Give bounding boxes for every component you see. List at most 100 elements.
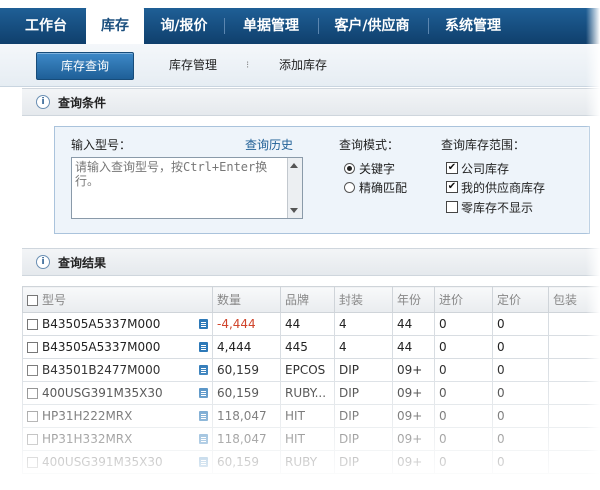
- cell-package: DIP: [334, 358, 393, 382]
- cell-brand: HIT: [280, 427, 335, 451]
- tab-system[interactable]: 系统管理: [434, 8, 512, 44]
- cell-qty: 118,047: [212, 404, 281, 428]
- radio-exact-match-label: 精确匹配: [359, 181, 408, 195]
- document-icon[interactable]: [199, 342, 208, 352]
- table-row[interactable]: HP31H222MRX 118,047 HIT DIP 09+ 0 0: [22, 404, 600, 428]
- subnav-separator: ⁝: [246, 60, 250, 71]
- table-row[interactable]: 400USG391M35X30 60,159 RUBY DIP 09+ 0 0: [22, 450, 600, 474]
- textarea-scrollbar[interactable]: [287, 158, 302, 218]
- cell-model[interactable]: 400USG391M35X30: [22, 381, 213, 405]
- cell-brand: RUBY...: [280, 381, 335, 405]
- checkbox-supplier-stock[interactable]: ✔: [446, 181, 458, 193]
- mode-label: 查询模式：: [339, 138, 400, 152]
- top-navigation: 工作台 库存 询/报价 单据管理 客户/供应商 系统管理: [0, 6, 600, 46]
- row-checkbox[interactable]: [27, 365, 38, 376]
- subnav-inventory-manage[interactable]: 库存管理: [158, 52, 228, 78]
- radio-exact-match[interactable]: [344, 182, 355, 193]
- cell-cost: 0: [434, 358, 493, 382]
- column-header-price[interactable]: 定价: [492, 286, 549, 313]
- cell-model[interactable]: HP31H332MRX: [22, 427, 213, 451]
- table-row[interactable]: B43501B2477M000 60,159 EPCOS DIP 09+ 0 0: [22, 358, 600, 382]
- info-icon: i: [36, 95, 50, 109]
- cell-qty: 118,047: [212, 427, 281, 451]
- subnav-inventory-query[interactable]: 库存查询: [36, 52, 134, 80]
- column-header-qty[interactable]: 数量: [212, 286, 281, 313]
- document-icon[interactable]: [199, 411, 208, 421]
- table-row[interactable]: HP31H332MRX 118,047 HIT DIP 09+ 0 0: [22, 427, 600, 451]
- model-input-label: 输入型号：: [71, 138, 132, 152]
- row-checkbox[interactable]: [27, 342, 38, 353]
- cell-packing: [548, 381, 600, 405]
- cell-model[interactable]: B43501B2477M000: [22, 358, 213, 382]
- row-checkbox[interactable]: [27, 434, 38, 445]
- cell-model[interactable]: B43505A5337M000: [22, 335, 213, 359]
- cell-model[interactable]: HP31H222MRX: [22, 404, 213, 428]
- checkbox-supplier-stock-label: 我的供应商库存: [461, 181, 546, 195]
- cell-year: 09+: [392, 404, 435, 428]
- checkbox-hide-zero-stock-label: 零库存不显示: [461, 201, 534, 215]
- cell-cost: 0: [434, 450, 493, 474]
- cell-price: 0: [492, 450, 549, 474]
- document-icon[interactable]: [199, 319, 208, 329]
- conditions-title: 查询条件: [58, 96, 107, 110]
- subnav-add-inventory[interactable]: 添加库存: [272, 52, 334, 78]
- row-checkbox[interactable]: [27, 411, 38, 422]
- cell-packing: [548, 335, 600, 359]
- tab-quote[interactable]: 询/报价: [152, 8, 216, 44]
- cell-year: 09+: [392, 381, 435, 405]
- row-checkbox[interactable]: [27, 457, 38, 468]
- cell-year: 09+: [392, 450, 435, 474]
- scope-label: 查询库存范围：: [441, 138, 526, 152]
- table-row[interactable]: B43505A5337M000 -4,444 44 4 44 0 0: [22, 312, 600, 336]
- cell-model[interactable]: 400USG391M35X30: [22, 450, 213, 474]
- cell-model[interactable]: B43505A5337M000: [22, 312, 213, 336]
- document-icon[interactable]: [199, 434, 208, 444]
- column-header-cost[interactable]: 进价: [434, 286, 493, 313]
- arrow-down-icon[interactable]: [290, 208, 298, 213]
- row-checkbox[interactable]: [27, 388, 38, 399]
- arrow-up-icon[interactable]: [290, 163, 298, 168]
- cell-package: DIP: [334, 381, 393, 405]
- tab-inventory[interactable]: 库存: [86, 6, 144, 46]
- cell-cost: 0: [434, 335, 493, 359]
- column-header-model[interactable]: 型号: [22, 286, 213, 313]
- results-title: 查询结果: [58, 256, 107, 270]
- column-header-package[interactable]: 封装: [334, 286, 393, 313]
- document-icon[interactable]: [199, 365, 208, 375]
- table-row[interactable]: 400USG391M35X30 60,159 RUBY... DIP 09+ 0 0: [22, 381, 600, 405]
- table-row[interactable]: B43505A5337M000 4,444 445 4 44 0 0: [22, 335, 600, 359]
- sub-navigation: 库存查询 库存管理 ⁝ 添加库存: [0, 44, 600, 87]
- tab-workbench[interactable]: 工作台: [14, 8, 78, 44]
- model-textarea[interactable]: 请输入查询型号，按Ctrl+Enter换行。: [71, 157, 303, 219]
- tab-customers-suppliers[interactable]: 客户/供应商: [324, 8, 420, 44]
- row-checkbox[interactable]: [27, 319, 38, 330]
- document-icon[interactable]: [199, 388, 208, 398]
- cell-packing: [548, 358, 600, 382]
- column-header-packing[interactable]: 包装: [548, 286, 600, 313]
- cell-price: 0: [492, 381, 549, 405]
- column-header-brand[interactable]: 品牌: [280, 286, 335, 313]
- cell-price: 0: [492, 404, 549, 428]
- table-header-row: 型号 数量 品牌 封装 年份 进价 定价 包装: [22, 286, 600, 313]
- cell-qty: -4,444: [212, 312, 281, 336]
- radio-keyword[interactable]: [344, 163, 355, 174]
- cell-qty: 60,159: [212, 381, 281, 405]
- cell-cost: 0: [434, 427, 493, 451]
- cell-qty: 4,444: [212, 335, 281, 359]
- tab-documents[interactable]: 单据管理: [232, 8, 310, 44]
- cell-qty: 60,159: [212, 450, 281, 474]
- cell-packing: [548, 404, 600, 428]
- cell-packing: [548, 427, 600, 451]
- checkbox-hide-zero-stock[interactable]: [446, 201, 458, 213]
- select-all-checkbox[interactable]: [27, 295, 38, 306]
- cell-price: 0: [492, 427, 549, 451]
- checkbox-company-stock[interactable]: ✔: [446, 162, 458, 174]
- cell-year: 09+: [392, 427, 435, 451]
- tab-separator: [224, 18, 225, 34]
- cell-brand: HIT: [280, 404, 335, 428]
- cell-cost: 0: [434, 312, 493, 336]
- cell-cost: 0: [434, 381, 493, 405]
- column-header-year[interactable]: 年份: [392, 286, 435, 313]
- document-icon[interactable]: [199, 457, 208, 467]
- query-history-link[interactable]: 查询历史: [245, 136, 293, 153]
